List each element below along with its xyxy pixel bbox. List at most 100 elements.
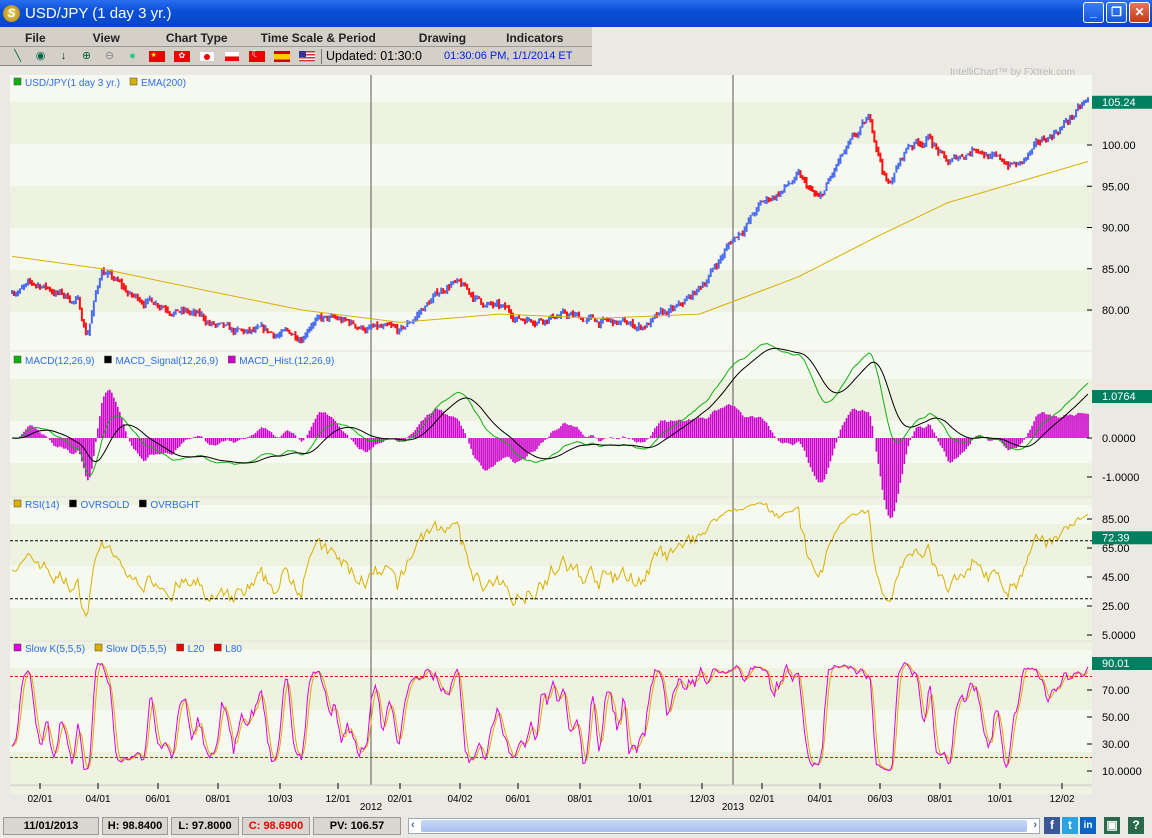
maximize-button[interactable]: ❐ [1106, 2, 1127, 23]
legend-label: Slow D(5,5,5) [106, 644, 167, 655]
turkey-flag-icon[interactable]: ☾ [248, 49, 265, 62]
y-tick-label: 70.00 [1102, 685, 1130, 697]
menu-time-scale[interactable]: Time Scale & Period [261, 27, 376, 46]
legend-label: EMA(200) [141, 78, 186, 89]
watermark: IntelliChart™ by FXtrek.com [950, 67, 1075, 78]
scroll-left-icon[interactable]: ‹ [411, 819, 415, 831]
window-toggle-icon[interactable]: ▣ [1104, 817, 1120, 834]
zoom-out-icon[interactable]: ⊖ [103, 50, 117, 62]
x-tick-label: 10/01 [627, 794, 652, 805]
legend-label: L80 [225, 644, 242, 655]
y-tick-label: 5.0000 [1102, 630, 1136, 642]
y-tick-label: 25.00 [1102, 601, 1130, 613]
last-value-label: 1.0764 [1102, 391, 1136, 403]
legend-swatch [129, 77, 138, 86]
x-tick-label: 06/03 [867, 794, 892, 805]
x-tick-label: 02/01 [387, 794, 412, 805]
menu-view[interactable]: View [93, 27, 120, 46]
status-close: C: 98.6900 [242, 817, 310, 835]
poland-flag-icon[interactable] [223, 50, 240, 62]
spain-flag-icon[interactable] [273, 50, 290, 62]
hong-kong-flag-icon[interactable]: ✿ [173, 50, 190, 62]
x-tick-label: 04/02 [447, 794, 472, 805]
legend-label: L20 [188, 644, 205, 655]
y-tick-label: 80.00 [1102, 305, 1130, 317]
legend-label: OVRSOLD [80, 500, 129, 511]
crosshair-icon[interactable]: ◉ [34, 50, 48, 62]
window-title: USD/JPY (1 day 3 yr.) [25, 5, 172, 22]
zoom-in-icon[interactable]: ⊕ [80, 50, 94, 62]
year-label: 2012 [360, 802, 383, 813]
x-tick-label: 10/03 [267, 794, 292, 805]
y-tick-label: 95.00 [1102, 181, 1130, 193]
time-scrollbar[interactable]: ‹ › [408, 818, 1040, 834]
legend-swatch [228, 355, 236, 364]
close-button[interactable]: ✕ [1129, 2, 1150, 23]
x-tick-label: 06/01 [145, 794, 170, 805]
updated-label: Updated: 01:30:0 [326, 49, 422, 63]
twitter-icon[interactable]: t [1062, 817, 1078, 834]
y-tick-label: 85.00 [1102, 264, 1130, 276]
status-bar: 11/01/2013 H: 98.8400 L: 97.8000 C: 98.6… [0, 815, 1152, 837]
download-arrow-icon[interactable]: ↓ [57, 50, 71, 62]
x-tick-label: 06/01 [505, 794, 530, 805]
menu-indicators[interactable]: Indicators [506, 27, 563, 46]
facebook-icon[interactable]: f [1044, 817, 1060, 834]
x-tick-label: 02/01 [749, 794, 774, 805]
legend-swatch [69, 499, 77, 508]
y-tick-label: 45.00 [1102, 572, 1130, 584]
last-value-label: 105.24 [1102, 97, 1136, 109]
band [10, 186, 1092, 228]
japan-flag-icon[interactable] [198, 50, 215, 62]
scroll-right-icon[interactable]: › [1033, 819, 1037, 831]
legend-label: RSI(14) [25, 500, 59, 511]
chart-area[interactable]: IntelliChart™ by FXtrek.com USD/JPY(1 day… [0, 66, 1152, 815]
globe-icon[interactable]: ● [126, 50, 140, 62]
x-tick-label: 12/01 [325, 794, 350, 805]
y-tick-label: 65.00 [1102, 543, 1130, 555]
scrollbar-thumb[interactable] [421, 820, 1027, 832]
legend-swatch [13, 355, 22, 364]
y-tick-label: 90.00 [1102, 223, 1130, 235]
menu-file[interactable]: File [25, 27, 46, 46]
legend-label: MACD_Hist.(12,26,9) [239, 356, 334, 367]
legend-swatch [94, 643, 103, 652]
linkedin-icon[interactable]: in [1080, 817, 1096, 834]
legend-swatch [13, 643, 22, 652]
x-tick-label: 10/01 [987, 794, 1012, 805]
status-date: 11/01/2013 [3, 817, 99, 835]
china-flag-icon[interactable]: ★ [148, 50, 165, 62]
status-low: L: 97.8000 [171, 817, 239, 835]
x-tick-label: 12/02 [1049, 794, 1074, 805]
legend-label: OVRBGHT [150, 500, 199, 511]
y-tick-label: 10.0000 [1102, 766, 1142, 778]
x-tick-label: 02/01 [27, 794, 52, 805]
band [10, 524, 1092, 566]
menu-chart-type[interactable]: Chart Type [166, 27, 228, 46]
band [10, 463, 1092, 505]
toolbar: ╲ ◉ ↓ ⊕ ⊖ ● ★ ✿ ☾ Updated: 01:30:0 01:30… [0, 47, 592, 66]
year-label: 2013 [722, 802, 745, 813]
minimize-button[interactable]: _ [1083, 2, 1104, 23]
last-value-label: 72.39 [1102, 532, 1130, 544]
band [10, 752, 1092, 794]
band [10, 379, 1092, 421]
menu-bar: File View Chart Type Time Scale & Period… [0, 27, 592, 47]
y-tick-label: 50.00 [1102, 712, 1130, 724]
legend-swatch [139, 499, 147, 508]
legend-swatch [104, 355, 112, 364]
usa-flag-icon[interactable] [298, 50, 315, 62]
title-bar: S USD/JPY (1 day 3 yr.) _ ❐ ✕ [0, 0, 1152, 27]
y-tick-label: 0.0000 [1102, 433, 1136, 445]
draw-line-icon[interactable]: ╲ [11, 50, 25, 62]
help-icon[interactable]: ? [1128, 817, 1144, 834]
legend-swatch [214, 643, 222, 652]
last-value-label: 90.01 [1102, 658, 1130, 670]
y-tick-label: 100.00 [1102, 140, 1136, 152]
x-tick-label: 08/01 [927, 794, 952, 805]
timestamp-label: 01:30:06 PM, 1/1/2014 ET [444, 50, 573, 62]
legend-swatch [13, 77, 22, 86]
menu-drawing[interactable]: Drawing [419, 27, 466, 46]
x-tick-label: 08/01 [205, 794, 230, 805]
x-tick-label: 04/01 [85, 794, 110, 805]
